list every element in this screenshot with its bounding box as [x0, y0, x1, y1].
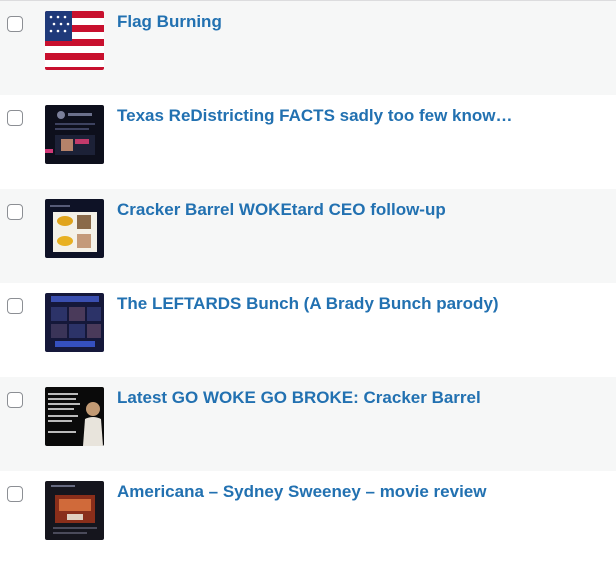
american-flag-thumbnail[interactable]: [45, 11, 104, 70]
post-title-link[interactable]: Latest GO WOKE GO BROKE: Cracker Barrel: [117, 387, 481, 409]
post-title-link[interactable]: Americana – Sydney Sweeney – movie revie…: [117, 481, 486, 503]
list-item: Texas ReDistricting FACTS sadly too few …: [0, 95, 616, 189]
screenshot-image: [45, 387, 104, 446]
post-title-link[interactable]: The LEFTARDS Bunch (A Brady Bunch parody…: [117, 293, 499, 315]
row-checkbox[interactable]: [7, 298, 23, 314]
post-list: Flag Burning Texas ReDistricting FACTS s…: [0, 0, 616, 562]
list-item: Flag Burning: [0, 1, 616, 95]
screenshot-image: [45, 105, 104, 164]
cracker-barrel-screenshot-thumbnail[interactable]: [45, 199, 104, 258]
list-item: Latest GO WOKE GO BROKE: Cracker Barrel: [0, 377, 616, 471]
screenshot-image: [45, 293, 104, 352]
list-item: Americana – Sydney Sweeney – movie revie…: [0, 471, 616, 565]
row-checkbox[interactable]: [7, 16, 23, 32]
post-title-link[interactable]: Flag Burning: [117, 11, 222, 33]
list-item: The LEFTARDS Bunch (A Brady Bunch parody…: [0, 283, 616, 377]
list-item: Cracker Barrel WOKEtard CEO follow-up: [0, 189, 616, 283]
row-checkbox[interactable]: [7, 204, 23, 220]
movie-page-thumbnail[interactable]: [45, 481, 104, 540]
flag-image: [45, 11, 104, 70]
post-title-link[interactable]: Texas ReDistricting FACTS sadly too few …: [117, 105, 512, 127]
screenshot-image: [45, 481, 104, 540]
leftards-bunch-thumbnail[interactable]: [45, 293, 104, 352]
row-checkbox[interactable]: [7, 110, 23, 126]
social-post-screenshot-thumbnail[interactable]: [45, 105, 104, 164]
screenshot-image: [45, 199, 104, 258]
row-checkbox[interactable]: [7, 486, 23, 502]
row-checkbox[interactable]: [7, 392, 23, 408]
text-and-person-thumbnail[interactable]: [45, 387, 104, 446]
post-title-link[interactable]: Cracker Barrel WOKEtard CEO follow-up: [117, 199, 446, 221]
